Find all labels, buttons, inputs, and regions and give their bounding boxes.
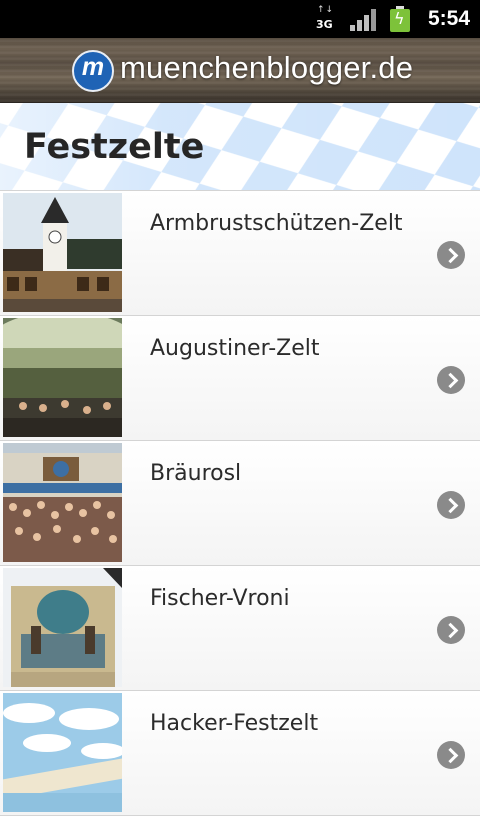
tent-painting-photo <box>3 568 122 687</box>
tent-sky-ceiling-photo <box>3 693 122 812</box>
title-band: Festzelte <box>0 103 480 190</box>
battery-charging-icon: ϟ <box>390 6 410 32</box>
chevron-right-icon[interactable] <box>437 491 465 519</box>
tent-crowd-photo <box>3 443 122 562</box>
app-header: m muenchenblogger.de <box>0 38 480 104</box>
chevron-right-icon[interactable] <box>437 616 465 644</box>
tent-name: Hacker-Festzelt <box>150 711 319 736</box>
network-3g-icon: ↑↓ 3G <box>316 5 335 32</box>
chevron-right-icon[interactable] <box>437 241 465 269</box>
chevron-right-icon[interactable] <box>437 741 465 769</box>
tent-list: Armbrustschützen-Zelt Augustiner-Zelt Br… <box>0 190 480 816</box>
page-title: Festzelte <box>24 127 205 167</box>
tent-name: Bräurosl <box>150 461 242 486</box>
tent-name: Augustiner-Zelt <box>150 336 320 361</box>
list-item[interactable]: Augustiner-Zelt <box>0 315 480 440</box>
list-item[interactable]: Bräurosl <box>0 440 480 565</box>
status-time: 5:54 <box>428 7 471 30</box>
network-type-label: 3G <box>316 18 333 31</box>
tent-interior-photo <box>3 318 122 437</box>
tent-name: Armbrustschützen-Zelt <box>150 211 403 236</box>
list-item[interactable]: Hacker-Festzelt <box>0 690 480 816</box>
site-logo-icon[interactable]: m <box>72 50 114 92</box>
list-item[interactable]: Fischer-Vroni <box>0 565 480 690</box>
tent-facade-photo <box>3 193 122 312</box>
signal-strength-icon <box>350 9 376 31</box>
tent-name: Fischer-Vroni <box>150 586 290 611</box>
status-bar: ↑↓ 3G ϟ 5:54 <box>0 0 480 38</box>
list-item[interactable]: Armbrustschützen-Zelt <box>0 190 480 315</box>
site-name[interactable]: muenchenblogger.de <box>120 50 413 86</box>
chevron-right-icon[interactable] <box>437 366 465 394</box>
